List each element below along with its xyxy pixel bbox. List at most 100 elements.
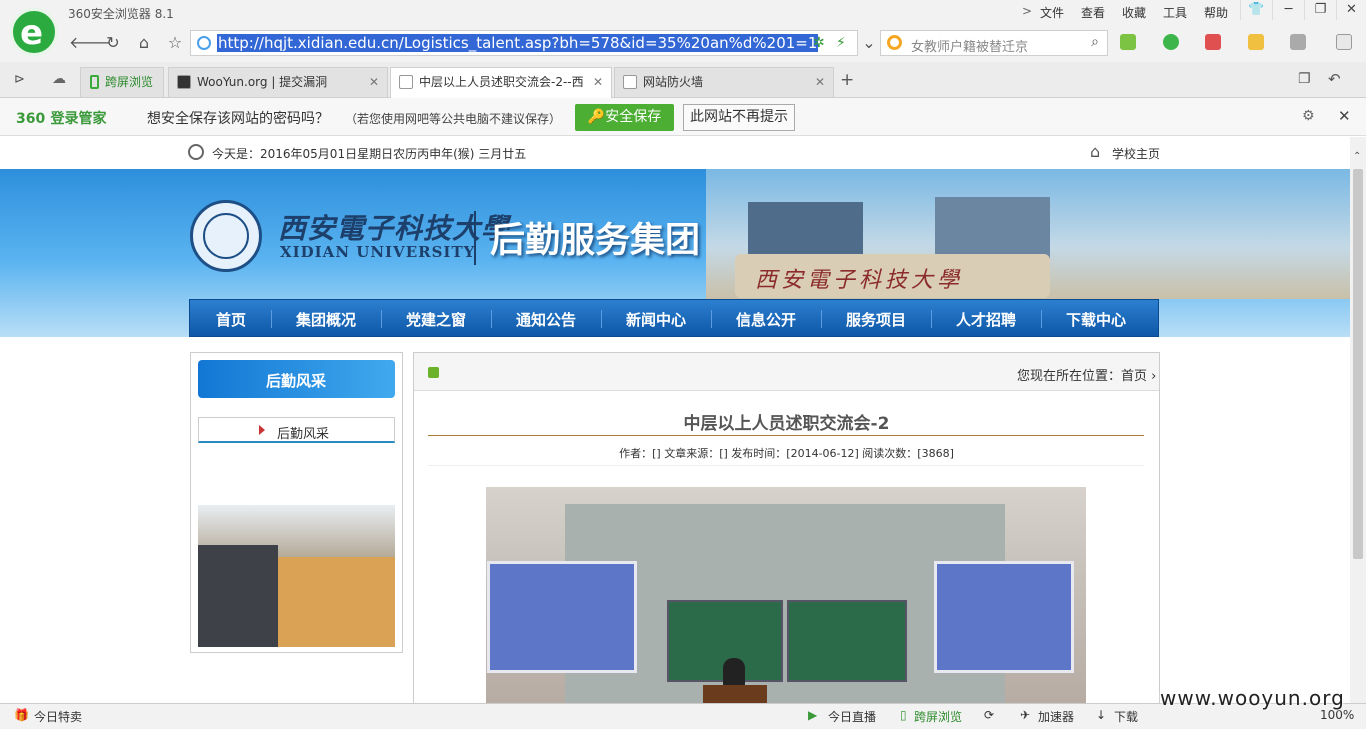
accelerator-link[interactable]: 加速器 xyxy=(1038,708,1074,725)
chevron-right-icon[interactable]: > xyxy=(1022,4,1032,18)
nav-separator xyxy=(711,310,712,328)
screenshot-icon[interactable] xyxy=(1248,34,1264,50)
address-bar[interactable]: http://hqjt.xidian.edu.cn/Logistics_tale… xyxy=(190,30,858,56)
sidebar-photo xyxy=(198,505,395,647)
breadcrumb-text[interactable]: 您现在所在位置：首页 xyxy=(1017,369,1147,384)
tab-label: WooYun.org | 提交漏洞 xyxy=(197,75,328,89)
pdf-icon[interactable] xyxy=(1205,34,1221,50)
loading-icon: ✲ xyxy=(813,35,825,51)
tab-article[interactable]: 中层以上人员述职交流会-2--西 ✕ xyxy=(390,67,612,98)
play-icon: ▶ xyxy=(808,708,818,722)
search-text[interactable]: 女教师户籍被替迁京 xyxy=(911,36,1028,55)
page-favicon-icon xyxy=(399,75,413,89)
cloud-icon[interactable]: ☁ xyxy=(52,71,66,87)
brand-sub: 登录管家 xyxy=(50,111,107,127)
app-title: 360安全浏览器 8.1 xyxy=(68,7,174,21)
refresh-status-icon[interactable]: ⟳ xyxy=(984,708,994,722)
nav-separator xyxy=(931,310,932,328)
university-seal-icon xyxy=(190,200,262,272)
nav-info[interactable]: 信息公开 xyxy=(736,309,796,330)
home-button[interactable]: ⌂ xyxy=(131,30,157,56)
top-info-bar: 今天是：2016年05月01日星期日农历丙申年(猴) 三月廿五 ⌂ 学校主页 xyxy=(0,137,1350,169)
security-shield-icon[interactable] xyxy=(1163,34,1179,50)
menu-help[interactable]: 帮助 xyxy=(1204,4,1228,21)
nav-separator xyxy=(821,310,822,328)
settings-gear-icon[interactable]: ⚙ xyxy=(1302,108,1315,124)
download-link[interactable]: 下载 xyxy=(1114,708,1138,725)
search-icon[interactable]: ⌕ xyxy=(1091,34,1099,50)
rocket-icon: ✈ xyxy=(1020,708,1031,722)
sidebar-item-label: 后勤风采 xyxy=(277,427,330,442)
nav-services[interactable]: 服务项目 xyxy=(846,309,906,330)
speed-mode-icon[interactable]: ⚡ xyxy=(836,35,846,51)
new-tab-button[interactable]: + xyxy=(840,70,854,90)
chevron-right-icon: › xyxy=(1151,369,1157,384)
sidebar-title: 后勤风采 xyxy=(266,372,327,390)
nav-notices[interactable]: 通知公告 xyxy=(516,309,576,330)
live-link[interactable]: 今日直播 xyxy=(828,708,876,725)
tab-cross-screen[interactable]: 跨屏浏览 xyxy=(80,67,164,97)
vertical-scrollbar[interactable]: ⌃ xyxy=(1350,137,1366,703)
nav-party[interactable]: 党建之窗 xyxy=(406,309,466,330)
school-home-link[interactable]: 学校主页 xyxy=(1112,145,1160,162)
menu-view[interactable]: 查看 xyxy=(1081,4,1105,21)
scrollbar-thumb[interactable] xyxy=(1353,169,1363,559)
brand-360: 360 xyxy=(16,111,46,127)
podium-image xyxy=(703,685,767,703)
browser-logo-icon: e xyxy=(10,8,58,56)
search-engine-icon[interactable] xyxy=(887,35,902,50)
nav-home[interactable]: 首页 xyxy=(216,309,246,330)
projector-screen-image xyxy=(934,561,1074,673)
close-tab-icon[interactable]: ✕ xyxy=(369,68,379,96)
undo-close-icon[interactable]: ↶ xyxy=(1328,70,1341,88)
safe-save-button[interactable]: 🔑安全保存 xyxy=(575,104,674,131)
refresh-button[interactable]: ↻ xyxy=(100,30,126,56)
menu-tools[interactable]: 工具 xyxy=(1163,4,1187,21)
daily-deals-link[interactable]: 今日特卖 xyxy=(34,708,82,725)
tab-firewall[interactable]: 网站防火墙 ✕ xyxy=(614,67,834,97)
nav-news[interactable]: 新闻中心 xyxy=(626,309,686,330)
never-remind-button[interactable]: 此网站不再提示 xyxy=(683,104,795,131)
cross-screen-link[interactable]: 跨屏浏览 xyxy=(914,708,962,725)
close-window-button[interactable]: ✕ xyxy=(1336,0,1366,20)
tab-wooyun[interactable]: WooYun.org | 提交漏洞 ✕ xyxy=(168,67,388,97)
close-tab-icon[interactable]: ✕ xyxy=(815,68,825,96)
sidebar-toggle-icon[interactable]: ⊳ xyxy=(14,72,25,87)
url-text[interactable]: http://hqjt.xidian.edu.cn/Logistics_tale… xyxy=(217,34,819,52)
menu-file[interactable]: 文件 xyxy=(1040,4,1064,21)
sidebar-header: 后勤风采 xyxy=(198,360,395,398)
stone-text: 西安電子科技大學 xyxy=(755,268,964,293)
sidebar-item-logistics[interactable]: 后勤风采 xyxy=(198,417,395,443)
article-title: 中层以上人员述职交流会-2 xyxy=(683,414,890,434)
blackboard-image xyxy=(787,600,907,682)
gift-icon: 🎁 xyxy=(14,708,29,722)
back-button[interactable]: 🡐 xyxy=(69,30,112,56)
menu-favorites[interactable]: 收藏 xyxy=(1122,4,1146,21)
address-dropdown-icon[interactable]: ⌄ xyxy=(856,30,882,56)
game-icon[interactable] xyxy=(1290,34,1306,50)
nav-separator xyxy=(601,310,602,328)
nav-separator xyxy=(491,310,492,328)
close-password-bar-icon[interactable]: ✕ xyxy=(1338,107,1351,125)
scroll-up-icon[interactable]: ⌃ xyxy=(1353,151,1361,162)
tab-list-icon[interactable]: ❐ xyxy=(1298,71,1311,87)
meta-divider xyxy=(428,465,1144,466)
apps-icon[interactable] xyxy=(1120,34,1136,50)
favorite-star-button[interactable]: ☆ xyxy=(162,30,188,56)
close-tab-icon[interactable]: ✕ xyxy=(593,68,603,96)
maximize-button[interactable]: ❐ xyxy=(1304,0,1336,20)
nav-separator xyxy=(271,310,272,328)
date-text: 今天是：2016年05月01日星期日农历丙申年(猴) 三月廿五 xyxy=(212,147,527,161)
nav-downloads[interactable]: 下载中心 xyxy=(1066,309,1126,330)
nav-recruitment[interactable]: 人才招聘 xyxy=(956,309,1016,330)
search-box[interactable]: 女教师户籍被替迁京 ⌕ xyxy=(880,30,1108,56)
skin-icon[interactable]: 👕 xyxy=(1240,0,1272,20)
page-favicon-icon xyxy=(623,75,637,89)
globe-icon xyxy=(197,36,211,50)
extensions-icon[interactable] xyxy=(1336,34,1352,50)
title-divider xyxy=(428,435,1144,436)
login-manager-brand: 360 登录管家 xyxy=(16,108,106,128)
zoom-level[interactable]: 100% xyxy=(1320,708,1354,722)
minimize-button[interactable]: ─ xyxy=(1272,0,1304,20)
nav-overview[interactable]: 集团概况 xyxy=(296,309,356,330)
